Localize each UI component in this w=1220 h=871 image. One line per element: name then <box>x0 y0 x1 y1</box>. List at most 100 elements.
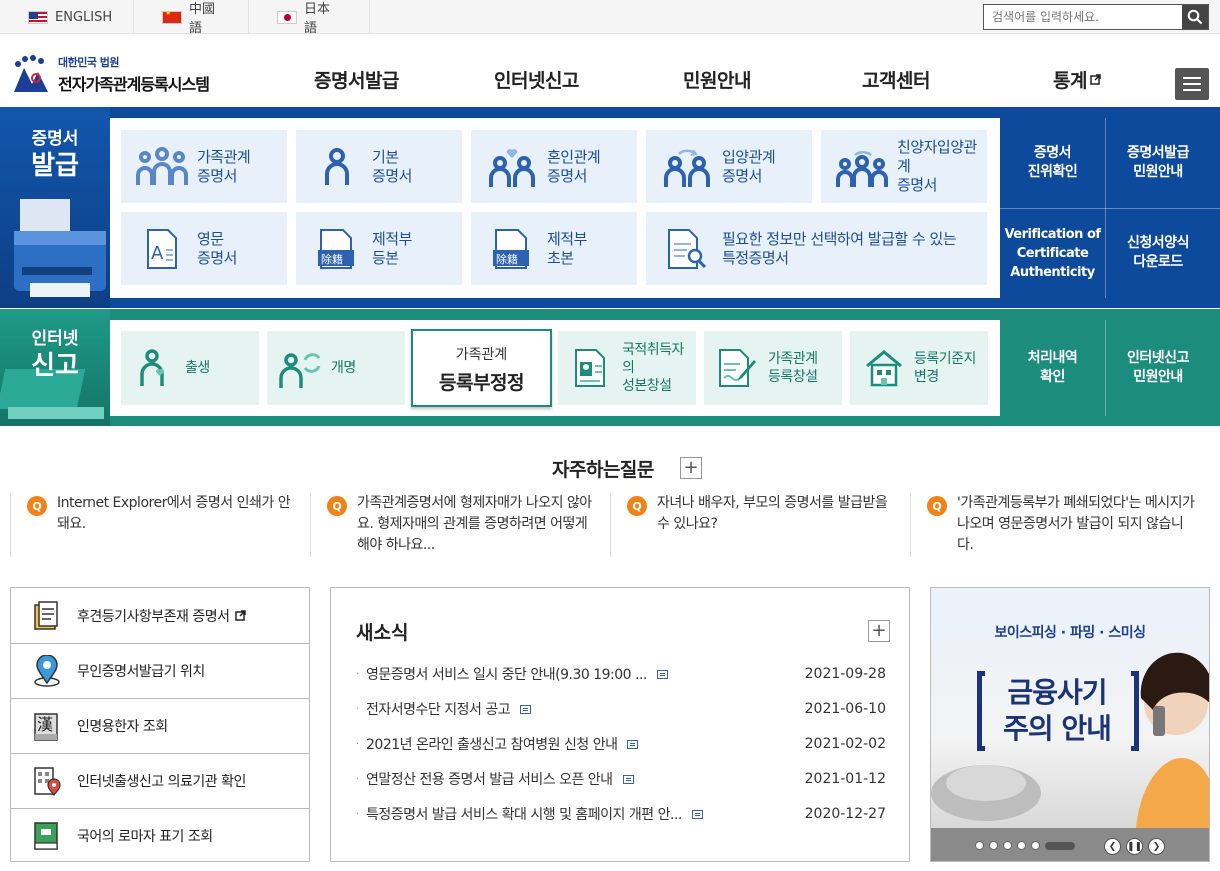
document-icon <box>622 774 634 784</box>
hamburger-menu-button[interactable] <box>1175 68 1209 100</box>
news-item[interactable]: · 전자서명수단 지정서 공고 2021-06-10 <box>356 699 886 719</box>
nav-statistics[interactable]: 통계 <box>1053 66 1101 93</box>
tile-full-adoption-certificate[interactable]: 친양자입양관계 증명서 <box>821 130 987 203</box>
news-item[interactable]: · 연말정산 전용 증명서 발급 서비스 오픈 안내 2021-01-12 <box>356 769 886 789</box>
house-icon <box>862 346 906 390</box>
tile-family-certificate[interactable]: 가족관계 증명서 <box>121 130 287 203</box>
news-item[interactable]: · 영문증명서 서비스 일시 중단 안내(9.30 19:00 ... 2021… <box>356 664 886 684</box>
faq-text: 가족관계증명서에 형제자매가 나오지 않아요. 형제자매의 관계를 증명하려면 … <box>357 495 592 553</box>
tile-label: 필요한 정보만 선택하여 발급할 수 있는 특정증명서 <box>722 229 957 267</box>
bullet-icon: · <box>356 738 360 750</box>
certificate-tiles: 가족관계 증명서 기본 증명서 혼인관계 증명서 입양관계 증명서 친양자입양관… <box>110 118 1000 298</box>
quick-link-kiosk-location[interactable]: 무인증명서발급기 위치 <box>11 643 309 698</box>
tile-label: 가족관계 증명서 <box>197 147 251 185</box>
tile-removed-register-extract[interactable]: 除籍 제적부 초본 <box>471 212 637 285</box>
faq-item[interactable]: Q Internet Explorer에서 증명서 인쇄가 안돼요. <box>10 493 310 557</box>
bullet-icon: · <box>356 808 360 820</box>
faq-more-button[interactable]: + <box>680 457 702 479</box>
lang-japanese[interactable]: 日本語 <box>249 0 370 36</box>
couple-heart-icon <box>483 144 541 190</box>
tile-removed-register-copy[interactable]: 除籍 제적부 등본 <box>296 212 462 285</box>
process-history-link[interactable]: 처리내역 확인 <box>1000 320 1105 416</box>
slide-dot[interactable] <box>1017 841 1026 850</box>
tile-marriage-certificate[interactable]: 혼인관계 증명서 <box>471 130 637 203</box>
tile-label: 기본 증명서 <box>372 147 412 185</box>
court-emblem-icon <box>14 55 48 92</box>
faq-text: 자녀나 배우자, 부모의 증명서를 발급받을 수 있나요? <box>657 495 888 532</box>
quick-link-label: 국어의 로마자 표기 조회 <box>77 829 213 845</box>
news-item[interactable]: · 특정증명서 발급 서비스 확대 시행 및 홈페이지 개편 안... 2020… <box>356 804 886 824</box>
verification-english-link[interactable]: Verification of Certificate Authenticity <box>1000 208 1105 298</box>
news-item[interactable]: · 2021년 온라인 출생신고 참여병원 신청 안내 2021-02-02 <box>356 734 886 754</box>
tile-specific-certificate[interactable]: 필요한 정보만 선택하여 발급할 수 있는 특정증명서 <box>646 212 987 285</box>
lang-english[interactable]: ENGLISH <box>0 0 134 34</box>
slide-dot[interactable] <box>1003 841 1012 850</box>
prev-slide-icon[interactable]: ❮ <box>1104 838 1121 855</box>
next-slide-icon[interactable]: ❯ <box>1148 838 1165 855</box>
nav-internet-report[interactable]: 인터넷신고 <box>494 66 579 93</box>
question-badge-icon: Q <box>627 496 647 516</box>
document-icon <box>627 739 639 749</box>
faq-item[interactable]: Q 자녀나 배우자, 부모의 증명서를 발급받을 수 있나요? <box>610 493 910 557</box>
external-link-icon <box>234 610 246 621</box>
tile-naturalized-surname[interactable]: 국적취득자의 성본창설 <box>558 331 696 405</box>
doc-pen-icon <box>716 346 760 390</box>
tile-birth-report[interactable]: 출생 <box>121 331 259 405</box>
pause-icon[interactable]: ❚❚ <box>1126 838 1143 855</box>
news-item-date: 2021-02-02 <box>804 736 886 752</box>
nav-guide[interactable]: 민원안내 <box>683 66 751 93</box>
report-guide-link[interactable]: 인터넷신고 민원안내 <box>1106 320 1210 416</box>
hanja-book-icon: 漢 <box>31 710 63 742</box>
search-button[interactable] <box>1182 5 1208 29</box>
removed-register-icon: 除籍 <box>308 226 366 272</box>
quick-link-label: 인명용한자 조회 <box>77 719 168 735</box>
news-item-date: 2020-12-27 <box>804 806 886 822</box>
slide-dot[interactable] <box>975 841 984 850</box>
logo-title: 전자가족관계등록시스템 <box>58 74 210 94</box>
family-register-correction-button[interactable]: 가족관계 등록부정정 <box>411 329 552 407</box>
quick-link-label: 인터넷출생신고 의료기관 확인 <box>77 774 246 790</box>
lang-label: 中國語 <box>189 2 216 36</box>
japan-flag-icon <box>277 10 297 24</box>
quick-link-guardianship-certificate[interactable]: 후견등기사항부존재 증명서 <box>11 588 309 643</box>
green-book-icon <box>31 820 63 852</box>
tile-label: 영문 증명서 <box>197 229 237 267</box>
tile-english-certificate[interactable]: A 영문 증명서 <box>121 212 287 285</box>
form-download-link[interactable]: 신청서양식 다운로드 <box>1106 208 1210 298</box>
news-more-button[interactable]: + <box>868 620 890 642</box>
news-item-date: 2021-09-28 <box>804 666 886 682</box>
tile-family-register-creation[interactable]: 가족관계 등록창설 <box>704 331 842 405</box>
document-icon <box>520 704 532 714</box>
quick-link-romanization[interactable]: 국어의 로마자 표기 조회 <box>11 808 309 863</box>
lang-chinese[interactable]: 中國語 <box>134 0 249 36</box>
svg-text:A: A <box>151 243 164 264</box>
nav-customer-center[interactable]: 고객센터 <box>862 66 930 93</box>
slide-dot[interactable] <box>1031 841 1040 850</box>
nav-certificate[interactable]: 증명서발급 <box>314 66 399 93</box>
quick-link-hanja-search[interactable]: 漢 인명용한자 조회 <box>11 698 309 753</box>
quick-link-hospital-check[interactable]: 인터넷출생신고 의료기관 확인 <box>11 753 309 808</box>
tile-basic-certificate[interactable]: 기본 증명서 <box>296 130 462 203</box>
search-icon <box>1187 9 1203 25</box>
certificate-guide-link[interactable]: 증명서발급 민원안내 <box>1106 118 1210 208</box>
banner-subtitle: 보이스피싱 · 파밍 · 스미싱 <box>994 625 1146 641</box>
fraud-warning-banner[interactable]: 보이스피싱 · 파밍 · 스미싱 금융사기 주의 안내 ❮ ❚❚ ❯ <box>930 587 1210 862</box>
tile-adoption-certificate[interactable]: 입양관계 증명서 <box>646 130 812 203</box>
verify-certificate-link[interactable]: 증명서 진위확인 <box>1000 118 1105 208</box>
tile-registration-base-change[interactable]: 등록기준지 변경 <box>850 331 988 405</box>
certificate-section: 증명서 발급 가족관계 증명서 기본 증명서 혼인관계 증명서 입양관계 증명서… <box>0 107 1220 308</box>
slide-dot[interactable] <box>989 841 998 850</box>
tile-rename-report[interactable]: 개명 <box>267 331 405 405</box>
faq-item[interactable]: Q '가족관계등록부가 폐쇄되었다'는 메시지가 나오며 영문증명서가 발급이 … <box>910 493 1210 557</box>
tile-label: 국적취득자의 성본창설 <box>622 342 684 394</box>
search-input[interactable] <box>984 5 1182 29</box>
certificate-section-title: 증명서 발급 <box>0 129 110 182</box>
question-badge-icon: Q <box>27 496 47 516</box>
bullet-icon: · <box>356 668 360 680</box>
faq-item[interactable]: Q 가족관계증명서에 형제자매가 나오지 않아요. 형제자매의 관계를 증명하려… <box>310 493 610 557</box>
news-panel: 새소식 + · 영문증명서 서비스 일시 중단 안내(9.30 19:00 ..… <box>330 587 910 862</box>
slide-dot-active[interactable] <box>1045 842 1075 850</box>
site-logo[interactable]: 대한민국 법원 전자가족관계등록시스템 <box>10 52 210 96</box>
person-icon <box>308 144 366 190</box>
news-item-title: 연말정산 전용 증명서 발급 서비스 오픈 안내 <box>366 772 613 788</box>
